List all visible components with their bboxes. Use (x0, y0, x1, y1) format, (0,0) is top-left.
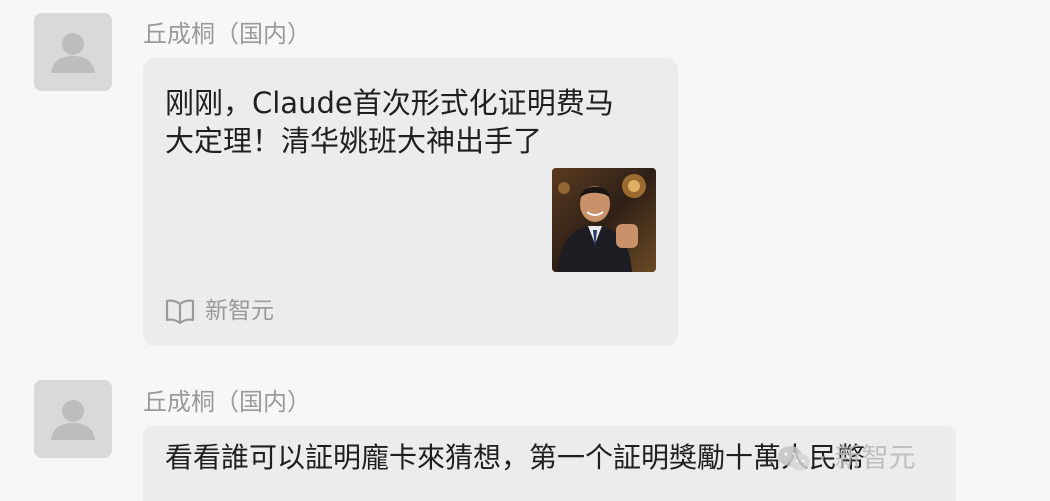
card-source: 新智元 (165, 296, 274, 326)
book-icon (165, 299, 195, 324)
link-card[interactable]: 刚刚，Claude首次形式化证明费马大定理！清华姚班大神出手了 新智元 (143, 58, 678, 346)
sender-avatar[interactable] (34, 13, 112, 91)
wechat-icon (778, 446, 810, 471)
card-title: 刚刚，Claude首次形式化证明费马大定理！清华姚班大神出手了 (165, 86, 614, 158)
card-thumbnail (552, 168, 656, 272)
default-avatar-icon (34, 380, 112, 458)
watermark-text: 新智元 (834, 443, 916, 474)
sender-avatar[interactable] (34, 380, 112, 458)
sender-name: 丘成桐（国内） (143, 388, 311, 416)
default-avatar-icon (34, 13, 112, 91)
message-text: 看看誰可以証明龐卡來猜想，第一个証明獎勵十萬人民幣 (165, 441, 866, 474)
watermark-dot: · (818, 443, 827, 474)
person-photo-icon (552, 168, 656, 272)
card-source-label: 新智元 (205, 298, 274, 324)
sender-name: 丘成桐（国内） (143, 20, 311, 48)
chat-window: 丘成桐（国内） 刚刚，Claude首次形式化证明费马大定理！清华姚班大神出手了 (0, 0, 1050, 501)
watermark: · 新智元 (776, 440, 916, 478)
